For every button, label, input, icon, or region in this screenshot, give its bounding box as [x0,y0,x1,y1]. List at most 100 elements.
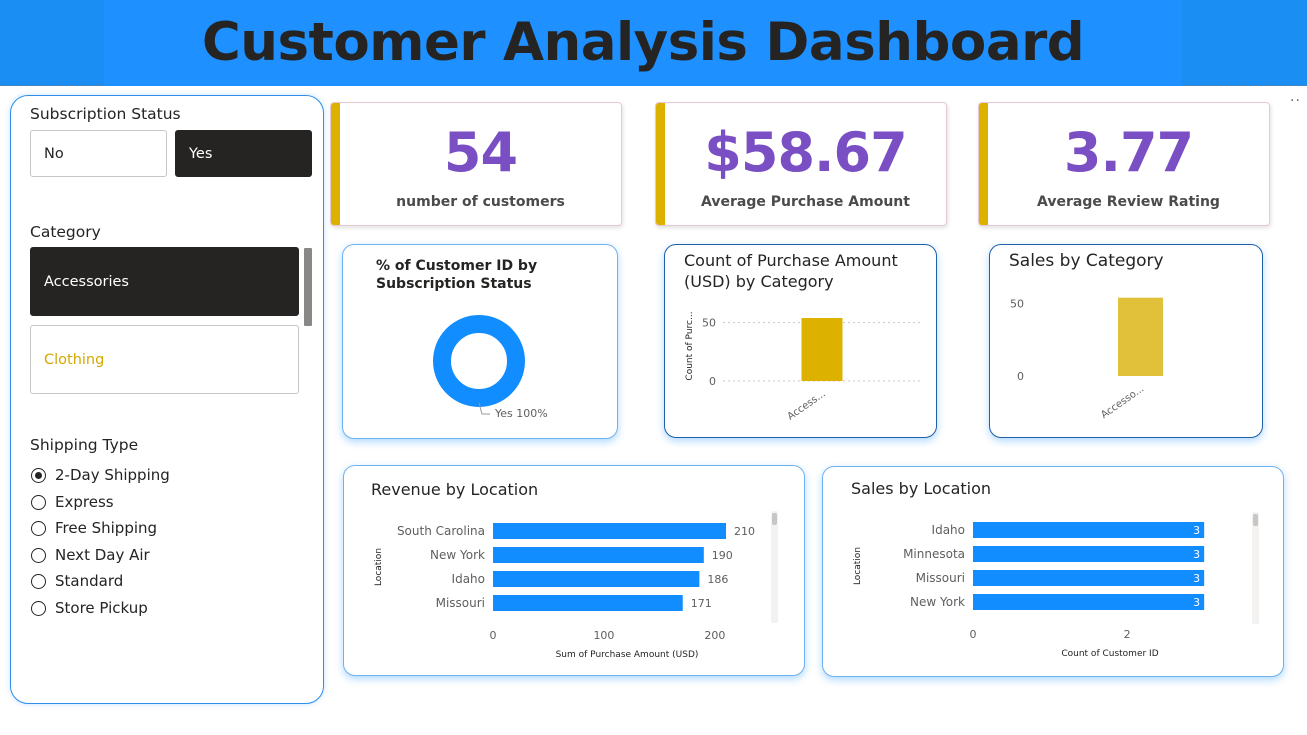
donut-data-label: Yes 100% [494,407,548,420]
category-count-bar [801,318,843,381]
subscription-option-no[interactable]: No [30,130,167,177]
kpi-accent [656,103,665,225]
shipping-option-next-day[interactable]: Next Day Air [31,546,150,564]
sales-location-scrollbar-thumb [1253,514,1258,526]
sales-location-data-label: 3 [1193,548,1200,561]
sales-location-bar [973,522,1205,538]
shipping-option-label: Store Pickup [55,599,148,617]
sales-location-data-label: 3 [1193,596,1200,609]
category-option-accessories[interactable]: Accessories [30,247,299,316]
category-scrollbar[interactable] [304,248,312,326]
revenue-location-y-tick: Idaho [452,572,485,586]
more-options-icon[interactable]: ·· [1290,93,1301,109]
dashboard-page: Customer Analysis Dashboard ·· Subscript… [0,0,1307,735]
subscription-option-yes[interactable]: Yes [175,130,312,177]
radio-icon[interactable] [31,573,46,589]
donut-slice-yes [433,315,525,407]
kpi-card-customers: 54 number of customers [330,102,622,226]
shipping-option-standard[interactable]: Standard [31,572,123,590]
revenue-by-location-chart: South Carolina 210 New York 190 Idaho 186 Miss… [374,511,778,660]
shipping-option-label: Express [55,493,114,511]
sales-category-bar [1118,297,1163,376]
kpi-label: Average Review Rating [1037,194,1220,210]
dashboard-title: Customer Analysis Dashboard [201,12,1085,73]
radio-selected-icon[interactable] [31,467,46,483]
revenue-location-y-tick: Missouri [436,596,485,610]
header-bar: Customer Analysis Dashboard [0,0,1307,86]
revenue-location-data-label: 186 [707,573,728,586]
revenue-location-data-label: 171 [691,597,712,610]
sales-location-bar [973,570,1205,586]
sales-location-data-label: 3 [1193,572,1200,585]
sales-location-y-tick: New York [910,595,965,609]
sales-category-y-tick: 0 [1017,370,1024,383]
revenue-location-y-axis-label: Location [374,548,384,586]
revenue-location-y-tick: New York [430,548,485,562]
revenue-location-bar [493,595,683,611]
kpi-label: Average Purchase Amount [701,194,910,210]
revenue-location-bar [493,547,704,563]
category-option-clothing[interactable]: Clothing [30,325,299,394]
revenue-location-x-axis-label: Sum of Purchase Amount (USD) [556,650,699,660]
sales-by-location-chart: Idaho 3 Minnesota 3 Missouri 3 New York 3 0 2 Coun… [853,512,1259,659]
donut-chart-card[interactable]: % of Customer ID by Subscription Status … [342,244,618,439]
subscription-slicer-title: Subscription Status [30,105,181,123]
radio-icon[interactable] [31,520,46,536]
revenue-location-x-tick: 0 [490,629,497,642]
revenue-location-scrollbar-thumb [772,513,777,525]
shipping-slicer-title: Shipping Type [30,436,139,454]
kpi-accent [331,103,340,225]
revenue-location-bar [493,523,726,539]
sales-location-x-axis-label: Count of Customer ID [1061,649,1158,659]
revenue-by-location-card[interactable]: Revenue by Location South Carolina 210 New… [343,465,805,676]
sales-location-x-tick: 0 [970,628,977,641]
sales-location-bar [973,546,1205,562]
revenue-location-data-label: 210 [734,525,755,538]
sales-location-data-label: 3 [1193,524,1200,537]
shipping-option-label: Free Shipping [55,519,158,537]
category-count-x-tick: Access... [786,388,828,422]
kpi-card-avg-rating: 3.77 Average Review Rating [978,102,1270,226]
revenue-location-scrollbar-track [771,511,778,623]
radio-icon[interactable] [31,547,46,563]
sales-location-y-axis-label: Location [853,547,863,585]
sales-location-x-tick: 2 [1124,628,1131,641]
sales-location-y-tick: Idaho [932,523,965,537]
category-count-y-tick: 50 [702,317,716,330]
shipping-option-label: Standard [55,572,124,590]
category-count-y-axis-label: Count of Purc... [685,311,695,380]
sales-by-location-card[interactable]: Sales by Location Idaho 3 Minnesota 3 Missou… [822,466,1284,677]
radio-icon[interactable] [31,600,46,616]
sales-by-category-card[interactable]: Sales by Category 0 50 Accesso... [989,244,1263,438]
kpi-value: 54 [443,121,518,184]
revenue-location-x-tick: 200 [704,629,725,642]
category-count-chart-card[interactable]: Count of Purchase Amount (USD) by Catego… [664,244,937,438]
shipping-option-label: Next Day Air [55,546,150,564]
shipping-option-2day[interactable]: 2-Day Shipping [31,466,170,484]
category-count-chart: 0 50 Access... Count of Purc... [685,311,921,423]
sales-category-x-tick: Accesso... [1099,383,1146,421]
revenue-location-data-label: 190 [712,549,733,562]
kpi-card-avg-purchase: $58.67 Average Purchase Amount [655,102,947,226]
donut-chart: Yes 100% [433,315,548,420]
kpi-value: $58.67 [704,121,907,184]
shipping-option-store-pickup[interactable]: Store Pickup [31,599,148,617]
shipping-option-label: 2-Day Shipping [55,466,170,484]
sales-category-y-tick: 50 [1010,298,1024,311]
sales-location-bar [973,594,1205,610]
revenue-location-x-tick: 100 [593,629,614,642]
radio-icon[interactable] [31,494,46,510]
shipping-option-free[interactable]: Free Shipping [31,519,157,537]
category-slicer-title: Category [30,223,101,241]
shipping-option-express[interactable]: Express [31,493,114,511]
sales-location-y-tick: Missouri [916,571,965,585]
sales-location-y-tick: Minnesota [903,547,965,561]
sales-by-category-chart: 0 50 Accesso... [1010,297,1163,421]
kpi-label: number of customers [396,194,565,210]
header-banner: Customer Analysis Dashboard [104,0,1182,86]
kpi-value: 3.77 [1063,121,1194,184]
category-count-y-tick: 0 [709,375,716,388]
kpi-accent [979,103,988,225]
filter-panel: Subscription Status No Yes Category Acce… [10,95,324,704]
sales-location-scrollbar-track [1252,512,1259,624]
